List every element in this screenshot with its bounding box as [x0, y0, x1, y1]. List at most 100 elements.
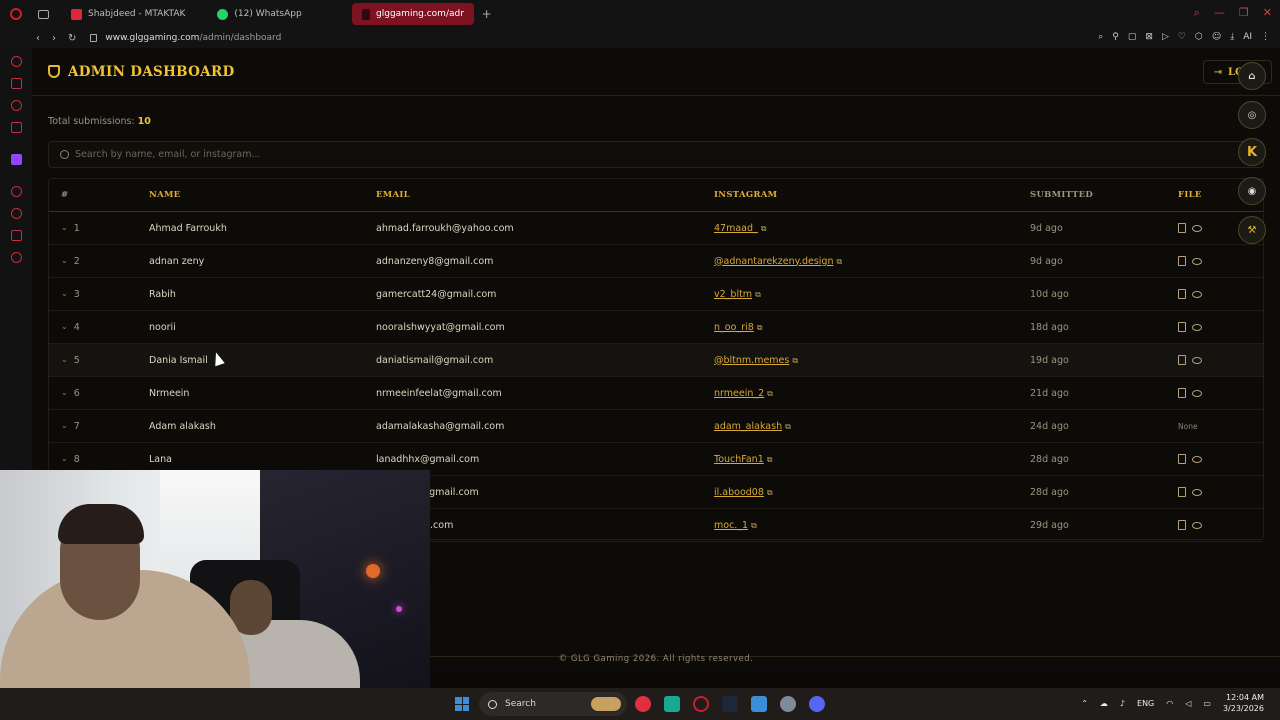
- eye-icon[interactable]: [1192, 323, 1202, 331]
- external-link-icon[interactable]: ⧉: [761, 224, 767, 233]
- instagram-link[interactable]: 47maad_: [714, 223, 758, 234]
- discord-icon[interactable]: ◉: [1238, 177, 1266, 205]
- twitch-icon[interactable]: [11, 154, 22, 165]
- extensions-icon[interactable]: ⬡: [1195, 32, 1203, 42]
- chevron-down-icon[interactable]: ⌄: [61, 454, 68, 465]
- back-button[interactable]: ‹: [36, 33, 40, 44]
- block-icon[interactable]: ⊠: [1145, 32, 1153, 42]
- file-icon[interactable]: [1178, 487, 1186, 497]
- maximize-icon[interactable]: ❐: [1239, 6, 1249, 20]
- instagram-link[interactable]: moc._1: [714, 520, 748, 531]
- instagram-link[interactable]: n_oo_ri8: [714, 322, 754, 333]
- eye-icon[interactable]: [1192, 356, 1202, 364]
- messenger-icon[interactable]: [11, 100, 22, 111]
- photos-icon[interactable]: [751, 696, 767, 712]
- instagram-link[interactable]: @bltnm.memes: [714, 355, 789, 366]
- instagram-link[interactable]: adam_alakash: [714, 421, 782, 432]
- external-link-icon[interactable]: ⧉: [836, 257, 842, 266]
- external-link-icon[interactable]: ⧉: [792, 356, 798, 365]
- chevron-up-icon[interactable]: ⌃: [1081, 699, 1088, 708]
- external-link-icon[interactable]: ⧉: [751, 521, 757, 530]
- new-tab-button[interactable]: +: [482, 7, 492, 21]
- table-row[interactable]: ⌄ 5 Dania Ismail daniatismail@gmail.com @blt…: [49, 344, 1263, 377]
- external-link-icon[interactable]: ⧉: [767, 488, 773, 497]
- instagram-link[interactable]: v2_bltm: [714, 289, 752, 300]
- table-row[interactable]: ⌄ 3 Rabih gamercatt24@gmail.com v2_bltm ⧉ 10d …: [49, 278, 1263, 311]
- chevron-down-icon[interactable]: ⌄: [61, 289, 68, 300]
- col-email[interactable]: EMAIL: [376, 190, 714, 200]
- settings-icon[interactable]: [11, 252, 22, 263]
- file-icon[interactable]: [1178, 289, 1186, 299]
- shopping-icon[interactable]: [11, 78, 22, 89]
- player-icon[interactable]: ▷: [1162, 32, 1169, 42]
- forward-button[interactable]: ›: [52, 33, 56, 44]
- instagram-link[interactable]: nrmeein_2: [714, 388, 764, 399]
- profile-icon[interactable]: ☺: [1212, 32, 1221, 42]
- instagram-link[interactable]: TouchFan1: [714, 454, 764, 465]
- cloud-icon[interactable]: ☁: [1100, 699, 1108, 708]
- external-link-icon[interactable]: ⧉: [767, 455, 773, 464]
- col-submitted[interactable]: SUBMITTED: [1030, 190, 1178, 200]
- external-link-icon[interactable]: ⧉: [767, 389, 773, 398]
- clock-icon[interactable]: [11, 208, 22, 219]
- close-icon[interactable]: ✕: [1263, 6, 1272, 20]
- table-row[interactable]: ⌄ 6 Nrmeein nrmeeinfeelat@gmail.com nrmeein_…: [49, 377, 1263, 410]
- heart-icon[interactable]: ♡: [1178, 32, 1186, 42]
- table-row[interactable]: ⌄ 4 noorii nooralshwyyat@gmail.com n_oo_ri8 ⧉…: [49, 311, 1263, 344]
- external-link-icon[interactable]: ⧉: [755, 290, 761, 299]
- mic-icon[interactable]: ♪: [1120, 699, 1125, 708]
- workspaces-icon[interactable]: [38, 9, 49, 19]
- file-icon[interactable]: [1178, 355, 1186, 365]
- file-icon[interactable]: [1178, 454, 1186, 464]
- file-icon[interactable]: [1178, 388, 1186, 398]
- external-link-icon[interactable]: ⧉: [785, 422, 791, 431]
- cube-icon[interactable]: [11, 230, 22, 241]
- volume-icon[interactable]: ◁: [1185, 699, 1191, 708]
- chevron-down-icon[interactable]: ⌄: [61, 355, 68, 366]
- zoom-icon[interactable]: ⌕: [1098, 32, 1103, 42]
- ai-label[interactable]: AI: [1243, 32, 1252, 42]
- pin-icon[interactable]: ⚲: [1112, 32, 1119, 42]
- home-icon[interactable]: ⌂: [1238, 62, 1266, 90]
- table-row[interactable]: ⌄ 1 Ahmad Farroukh ahmad.farroukh@yahoo.com…: [49, 212, 1263, 245]
- minimize-icon[interactable]: —: [1214, 6, 1225, 20]
- instagram-link[interactable]: @adnantarekzeny.design: [714, 256, 833, 267]
- url-field[interactable]: www.glggaming.com/admin/dashboard: [105, 33, 281, 43]
- eye-icon[interactable]: [1192, 257, 1202, 265]
- valorant-icon[interactable]: [635, 696, 651, 712]
- external-link-icon[interactable]: ⧉: [757, 323, 763, 332]
- start-icon[interactable]: [455, 697, 469, 711]
- chevron-down-icon[interactable]: ⌄: [61, 421, 68, 432]
- wrench-icon[interactable]: ⚒: [1238, 216, 1266, 244]
- tab-youtube[interactable]: Shabjdeed - MTAKTAK: [61, 3, 195, 25]
- gamepad-icon[interactable]: ◎: [1238, 101, 1266, 129]
- player-icon[interactable]: [11, 186, 22, 197]
- taskbar-search[interactable]: Search: [479, 692, 627, 716]
- eye-icon[interactable]: [1192, 521, 1202, 529]
- col-number[interactable]: #: [49, 190, 149, 200]
- instagram-link[interactable]: il.abood08: [714, 487, 764, 498]
- col-instagram[interactable]: INSTAGRAM: [714, 190, 1030, 200]
- eye-icon[interactable]: [1192, 290, 1202, 298]
- menu-icon[interactable]: ⋮: [1261, 32, 1270, 42]
- file-icon[interactable]: [1178, 256, 1186, 266]
- col-file[interactable]: FILE: [1178, 190, 1202, 200]
- chevron-down-icon[interactable]: ⌄: [61, 322, 68, 333]
- tab-whatsapp[interactable]: (12) WhatsApp: [207, 3, 311, 25]
- settings-icon[interactable]: [780, 696, 796, 712]
- file-icon[interactable]: [1178, 322, 1186, 332]
- mail-icon[interactable]: [11, 122, 22, 133]
- kick-icon[interactable]: K: [1238, 138, 1266, 166]
- chevron-down-icon[interactable]: ⌄: [61, 256, 68, 267]
- reload-button[interactable]: ↻: [68, 33, 76, 44]
- col-name[interactable]: NAME: [149, 190, 376, 200]
- eye-icon[interactable]: [1192, 389, 1202, 397]
- history-icon[interactable]: [11, 56, 22, 67]
- table-row[interactable]: ⌄ 2 adnan zeny adnanzeny8@gmail.com @adnanta…: [49, 245, 1263, 278]
- wifi-icon[interactable]: ◠: [1166, 699, 1173, 708]
- eye-icon[interactable]: [1192, 455, 1202, 463]
- table-row[interactable]: ⌄ 7 Adam alakash adamalakasha@gmail.com adam…: [49, 410, 1263, 443]
- file-icon[interactable]: [1178, 520, 1186, 530]
- app-icon[interactable]: [664, 696, 680, 712]
- search-tabs-icon[interactable]: ⌕: [1194, 6, 1200, 20]
